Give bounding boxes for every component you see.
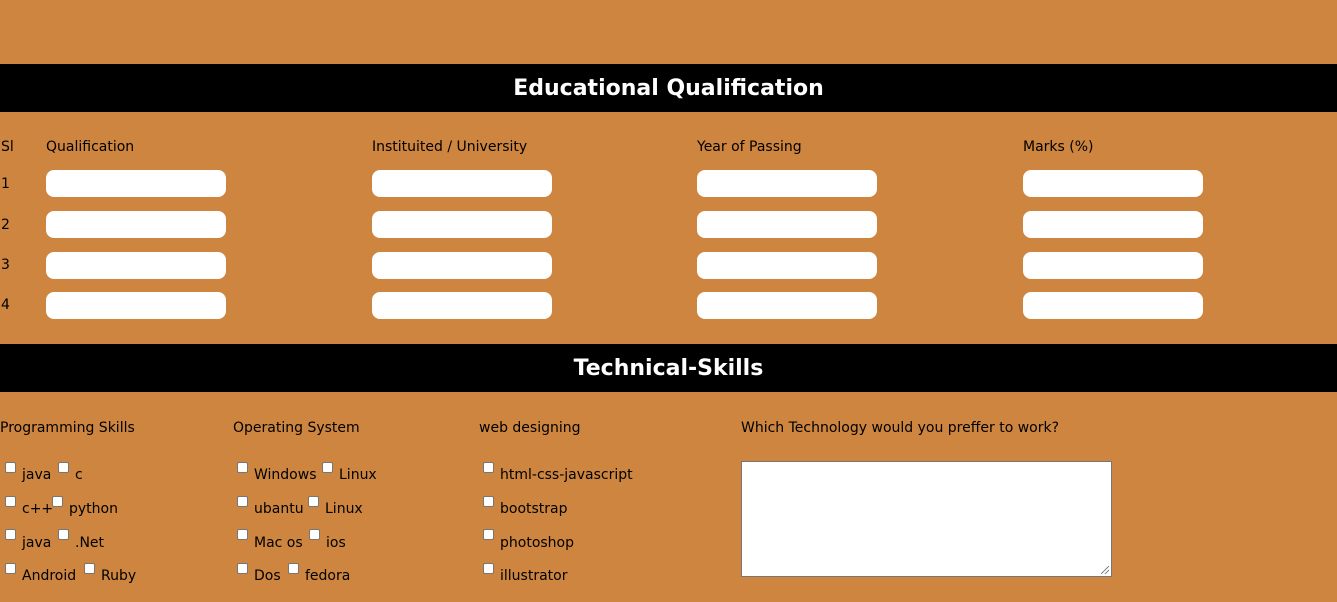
ios-checkbox[interactable] (309, 529, 320, 540)
bootstrap-checkbox[interactable] (483, 496, 494, 507)
qualification-input-3[interactable] (46, 252, 226, 279)
c-checkbox[interactable] (58, 462, 69, 473)
marks-header: Marks (%) (1023, 139, 1094, 155)
checkbox-label: fedora (305, 568, 351, 584)
checkbox-label: Mac os (254, 535, 303, 551)
year-input-3[interactable] (697, 252, 877, 279)
checkbox-label: Android (22, 568, 77, 584)
row-number: 2 (1, 217, 10, 233)
ubantu-checkbox[interactable] (237, 496, 248, 507)
linux-checkbox-2[interactable] (308, 496, 319, 507)
android-checkbox[interactable] (5, 563, 16, 574)
checkbox-label: bootstrap (500, 501, 568, 517)
dotnet-checkbox[interactable] (58, 529, 69, 540)
photoshop-checkbox[interactable] (483, 529, 494, 540)
checkbox-label: c (75, 467, 83, 483)
marks-input-4[interactable] (1023, 292, 1203, 319)
qualification-header: Qualification (46, 139, 135, 155)
row-number: 1 (1, 176, 10, 192)
linux-checkbox[interactable] (322, 462, 333, 473)
technology-preference-question: Which Technology would you preffer to wo… (741, 420, 1060, 436)
year-input-1[interactable] (697, 170, 877, 197)
checkbox-label: java (22, 535, 52, 551)
checkbox-label: Windows (254, 467, 317, 483)
java-checkbox-2[interactable] (5, 529, 16, 540)
qualification-input-1[interactable] (46, 170, 226, 197)
row-number: 3 (1, 257, 10, 273)
institute-input-2[interactable] (372, 211, 552, 238)
checkbox-label: ios (326, 535, 346, 551)
dos-checkbox[interactable] (237, 563, 248, 574)
checkbox-label: ubantu (254, 501, 304, 517)
cpp-checkbox[interactable] (5, 496, 16, 507)
checkbox-label: html-css-javascript (500, 467, 633, 483)
html-css-javascript-checkbox[interactable] (483, 462, 494, 473)
illustrator-checkbox[interactable] (483, 563, 494, 574)
checkbox-label: Ruby (101, 568, 137, 584)
marks-input-2[interactable] (1023, 211, 1203, 238)
institute-header: Instituited / University (372, 139, 528, 155)
year-input-2[interactable] (697, 211, 877, 238)
checkbox-label: python (69, 501, 118, 517)
fedora-checkbox[interactable] (288, 563, 299, 574)
checkbox-label: .Net (75, 535, 105, 551)
windows-checkbox[interactable] (237, 462, 248, 473)
technology-preference-textarea[interactable] (741, 461, 1112, 577)
marks-input-1[interactable] (1023, 170, 1203, 197)
operating-system-heading: Operating System (233, 420, 360, 436)
marks-input-3[interactable] (1023, 252, 1203, 279)
education-section-title: Educational Qualification (0, 64, 1337, 112)
checkbox-label: Linux (339, 467, 377, 483)
qualification-input-4[interactable] (46, 292, 226, 319)
sl-header: Sl (1, 139, 14, 155)
checkbox-label: illustrator (500, 568, 568, 584)
row-number: 4 (1, 297, 10, 313)
python-checkbox[interactable] (52, 496, 63, 507)
programming-skills-heading: Programming Skills (0, 420, 135, 436)
mac-os-checkbox[interactable] (237, 529, 248, 540)
web-designing-heading: web designing (479, 420, 581, 436)
checkbox-label: photoshop (500, 535, 574, 551)
institute-input-4[interactable] (372, 292, 552, 319)
qualification-input-2[interactable] (46, 211, 226, 238)
ruby-checkbox[interactable] (84, 563, 95, 574)
checkbox-label: Dos (254, 568, 281, 584)
java-checkbox[interactable] (5, 462, 16, 473)
checkbox-label: c++ (22, 501, 54, 517)
institute-input-3[interactable] (372, 252, 552, 279)
checkbox-label: java (22, 467, 52, 483)
skills-section-title: Technical-Skills (0, 344, 1337, 392)
year-header: Year of Passing (697, 139, 802, 155)
year-input-4[interactable] (697, 292, 877, 319)
resize-handle-icon[interactable] (1101, 566, 1109, 574)
checkbox-label: Linux (325, 501, 363, 517)
institute-input-1[interactable] (372, 170, 552, 197)
